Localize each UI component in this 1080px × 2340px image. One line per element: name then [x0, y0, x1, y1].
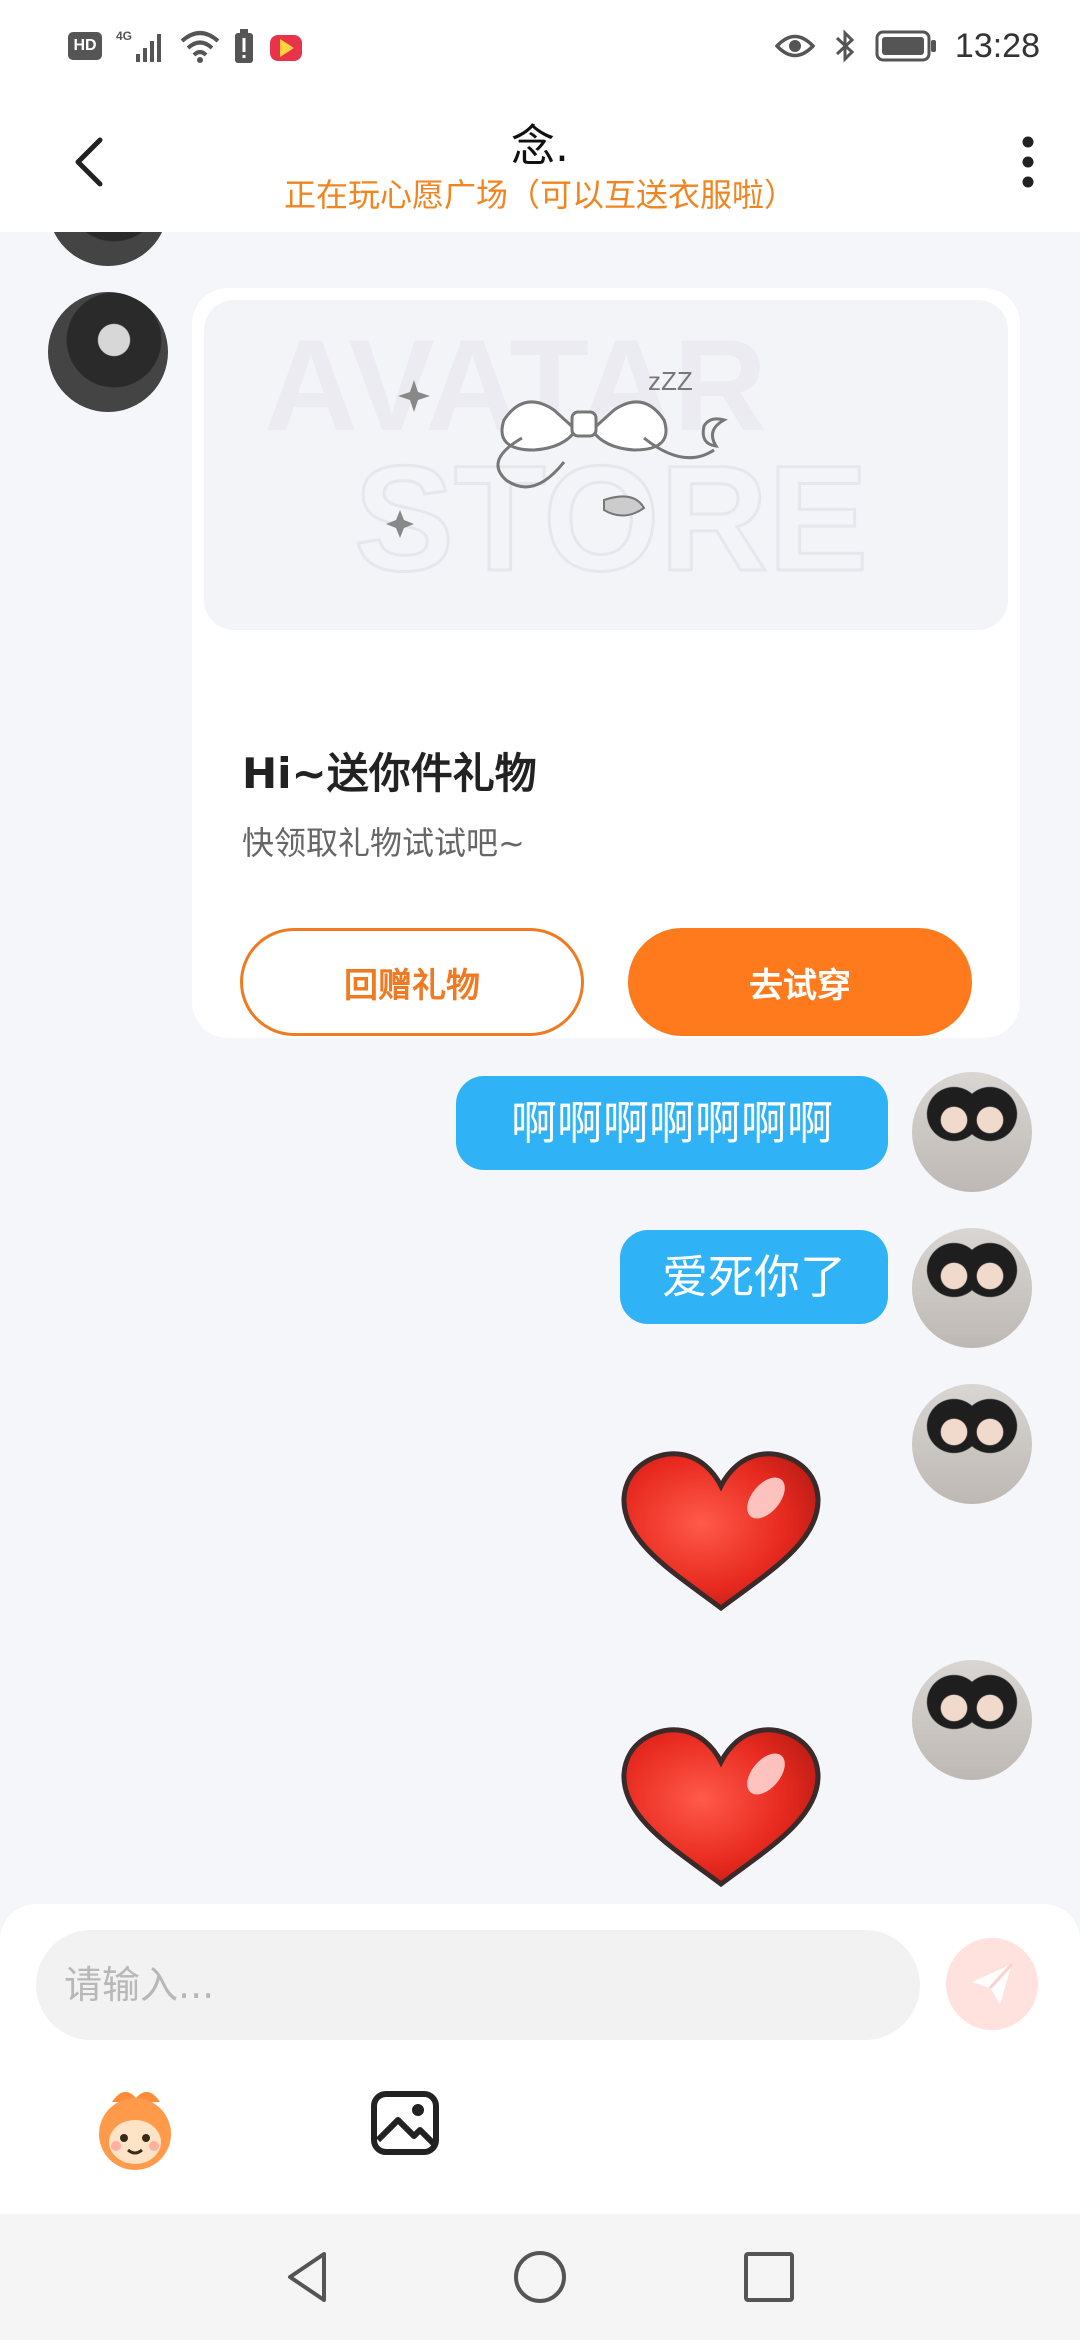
- status-bar: HD 4G 13:28: [0, 0, 1080, 92]
- chat-message-list[interactable]: AVATAR STORE zZZ Hi~送你件礼物 快领取礼物试试吧~ 回赠礼物…: [0, 232, 1080, 1904]
- emoji-sticker-icon[interactable]: [90, 2084, 180, 2174]
- message-bubble[interactable]: 爱死你了: [620, 1230, 888, 1324]
- partner-activity-status[interactable]: 正在玩心愿广场（可以互送衣服啦）: [0, 170, 1080, 216]
- svg-text:zZZ: zZZ: [648, 366, 693, 396]
- status-time: 13:28: [954, 26, 1040, 65]
- eye-icon: [774, 34, 815, 58]
- heart-icon[interactable]: [616, 1446, 826, 1616]
- send-icon: [972, 1962, 1014, 2004]
- battery-icon: [875, 30, 936, 62]
- message-input[interactable]: [36, 1930, 920, 2040]
- avatar[interactable]: [48, 232, 168, 266]
- nav-back-icon[interactable]: [274, 2242, 344, 2312]
- signal-icon: 4G: [116, 29, 161, 62]
- battery-alert-icon: [235, 29, 253, 63]
- chat-header: 念. 正在玩心愿广场（可以互送衣服啦）: [0, 92, 1080, 232]
- bluetooth-icon: [835, 29, 855, 63]
- gift-card-title: Hi~送你件礼物: [242, 749, 537, 798]
- system-navigation-bar: [0, 2214, 1080, 2340]
- gift-card-description: 快领取礼物试试吧~: [242, 824, 525, 862]
- svg-text:STORE: STORE: [354, 434, 868, 602]
- gift-card[interactable]: AVATAR STORE zZZ Hi~送你件礼物 快领取礼物试试吧~ 回赠礼物…: [192, 288, 1020, 1038]
- app-notification-icon: [270, 35, 302, 61]
- message-composer: [0, 1904, 1080, 2214]
- avatar[interactable]: [912, 1228, 1032, 1348]
- avatar[interactable]: [48, 292, 168, 412]
- network-label: 4G: [116, 29, 132, 43]
- gift-banner: AVATAR STORE zZZ: [204, 300, 1008, 630]
- nav-home-icon[interactable]: [505, 2242, 575, 2312]
- avatar-store-illustration: AVATAR STORE zZZ: [264, 312, 870, 604]
- more-options-icon[interactable]: [1004, 130, 1052, 194]
- heart-icon[interactable]: [616, 1722, 826, 1892]
- avatar[interactable]: [912, 1384, 1032, 1504]
- wifi-icon: [180, 31, 220, 63]
- try-on-button[interactable]: 去试穿: [628, 928, 972, 1036]
- hd-icon: HD: [68, 32, 102, 60]
- avatar[interactable]: [912, 1072, 1032, 1192]
- send-button[interactable]: [946, 1938, 1038, 2030]
- message-bubble[interactable]: 啊啊啊啊啊啊啊: [456, 1076, 888, 1170]
- nav-recents-icon[interactable]: [734, 2242, 804, 2312]
- avatar[interactable]: [912, 1660, 1032, 1780]
- chat-partner-name: 念.: [511, 121, 569, 172]
- image-picker-icon[interactable]: [370, 2088, 440, 2158]
- return-gift-button[interactable]: 回赠礼物: [240, 928, 584, 1036]
